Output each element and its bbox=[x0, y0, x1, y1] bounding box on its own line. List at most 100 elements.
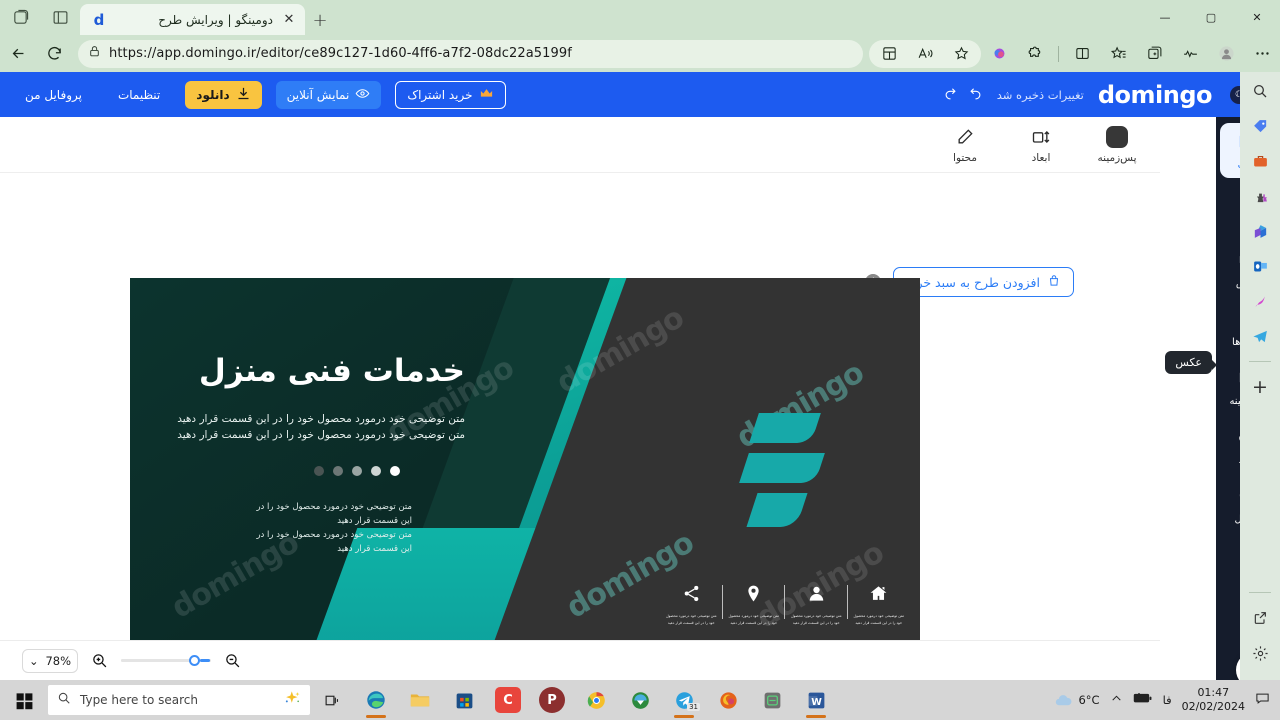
read-aloud-icon[interactable] bbox=[907, 39, 943, 69]
zoom-in-button[interactable] bbox=[91, 652, 108, 669]
close-tab-icon[interactable]: ✕ bbox=[279, 10, 299, 30]
browser-tab[interactable]: d دومینگو | ویرایش طرح ✕ bbox=[80, 4, 305, 35]
taskbar-clock[interactable]: 01:47 02/02/2024 bbox=[1182, 686, 1245, 714]
chess-icon[interactable] bbox=[1247, 183, 1273, 209]
add-design-to-cart-button[interactable]: افزودن طرح به سبد خرید bbox=[893, 267, 1074, 297]
split-view-icon[interactable] bbox=[1064, 39, 1100, 69]
crown-icon bbox=[479, 86, 494, 104]
maximize-button[interactable]: ▢ bbox=[1188, 0, 1234, 35]
battery-charging-icon[interactable] bbox=[1133, 692, 1153, 708]
favorite-star-icon[interactable] bbox=[943, 39, 979, 69]
zoom-slider-handle[interactable] bbox=[189, 655, 200, 666]
tool-background[interactable]: پس‌زمینه bbox=[1088, 125, 1146, 164]
task-view-button[interactable] bbox=[310, 680, 354, 720]
zoom-out-button[interactable] bbox=[224, 652, 241, 669]
browser-essentials-icon[interactable] bbox=[1172, 39, 1208, 69]
tool-dimensions-label: ابعاد bbox=[1031, 151, 1051, 164]
domingo-editor-app: domingo تغییرات ذخیره شد خرید اشتراک نما… bbox=[0, 72, 1280, 720]
language-indicator[interactable]: فا bbox=[1163, 693, 1172, 707]
minimize-button[interactable]: — bbox=[1142, 0, 1188, 35]
paint-icon[interactable] bbox=[1247, 288, 1273, 314]
download-button[interactable]: دانلود bbox=[185, 80, 262, 109]
tray-chevron-icon[interactable] bbox=[1110, 692, 1123, 708]
tab-search-icon[interactable] bbox=[0, 0, 40, 35]
my-profile-button[interactable]: پروفایل من bbox=[14, 81, 93, 109]
settings-button[interactable]: تنظیمات bbox=[107, 81, 171, 109]
person-icon bbox=[807, 581, 826, 605]
idm-icon bbox=[631, 691, 649, 709]
search-icon[interactable] bbox=[1247, 78, 1273, 104]
taskbar-app-edge[interactable] bbox=[354, 680, 398, 720]
feature-item-location[interactable]: متن توضیحی خود درمورد محصول خود را در ای… bbox=[721, 581, 786, 627]
sparkle-icon[interactable] bbox=[284, 690, 301, 711]
zoom-level-select[interactable]: ⌄ 78% bbox=[22, 648, 78, 673]
feature-item-home[interactable]: متن توضیحی خود درمورد محصول خود را در ای… bbox=[846, 581, 911, 627]
design-subtitle[interactable]: متن توضیحی خود درمورد محصول خود را در ای… bbox=[177, 411, 465, 444]
favicon-domingo: d bbox=[93, 10, 105, 29]
buy-subscription-button[interactable]: خرید اشتراک bbox=[395, 80, 506, 109]
design-paragraph-line2: متن توضیحی خود درمورد محصول خود را در ای… bbox=[256, 530, 412, 555]
add-to-cart-label: افزودن طرح به سبد خرید bbox=[906, 274, 1040, 290]
taskbar-app-file-explorer[interactable] bbox=[398, 680, 442, 720]
feature-text: متن توضیحی خود درمورد محصول خود را در ای… bbox=[728, 614, 780, 625]
back-icon[interactable] bbox=[0, 39, 36, 69]
profile-icon[interactable] bbox=[1208, 39, 1244, 69]
address-bar[interactable]: https://app.domingo.ir/editor/ce89c127-1… bbox=[78, 39, 863, 68]
chevron-down-icon: ⌄ bbox=[29, 653, 39, 668]
design-paragraph[interactable]: متن توضیحی خود درمورد محصول خود را در ای… bbox=[252, 500, 412, 556]
gear-icon[interactable] bbox=[1247, 640, 1273, 666]
open-external-icon[interactable] bbox=[1247, 605, 1273, 631]
taskbar-app-microsoft-store[interactable] bbox=[442, 680, 486, 720]
feature-item-person[interactable]: متن توضیحی خود درمورد محصول خود را در ای… bbox=[784, 581, 848, 627]
my-profile-label: پروفایل من bbox=[25, 87, 82, 102]
dot bbox=[314, 466, 324, 476]
windows-start-button[interactable] bbox=[0, 680, 48, 720]
briefcase-icon[interactable] bbox=[1247, 148, 1273, 174]
taskbar-app-camtasia[interactable]: C bbox=[486, 680, 530, 720]
tag-icon[interactable] bbox=[1247, 113, 1273, 139]
favorites-list-icon[interactable] bbox=[1100, 39, 1136, 69]
dimensions-icon bbox=[1031, 126, 1051, 148]
feature-text: متن توضیحی خود درمورد محصول خود را در ای… bbox=[853, 614, 905, 625]
zoom-slider[interactable] bbox=[121, 655, 211, 666]
feature-item-share[interactable]: متن توضیحی خود درمورد محصول خود را در ای… bbox=[660, 581, 723, 627]
outlook-icon[interactable] bbox=[1247, 253, 1273, 279]
undo-icon[interactable] bbox=[968, 85, 983, 104]
taskbar-app-word[interactable]: W bbox=[794, 680, 838, 720]
taskbar-app-chrome[interactable] bbox=[574, 680, 618, 720]
settings-more-icon[interactable] bbox=[1244, 39, 1280, 69]
design-canvas[interactable]: domingo domingo domingo domingo domingo … bbox=[130, 278, 920, 673]
design-headline[interactable]: خدمات فنی منزل bbox=[199, 353, 465, 389]
telegram-icon[interactable] bbox=[1247, 323, 1273, 349]
reload-icon[interactable] bbox=[36, 39, 72, 69]
clock-date: 02/02/2024 bbox=[1181, 700, 1245, 713]
toolbar-divider bbox=[1058, 45, 1059, 62]
taskbar-app-telegram[interactable]: 31 bbox=[662, 680, 706, 720]
tool-dimensions[interactable]: ابعاد bbox=[1012, 126, 1070, 164]
design-subtitle-line2: متن توضیحی خود درمورد محصول خود را در ای… bbox=[177, 429, 465, 442]
weather-widget[interactable]: 6°C bbox=[1054, 691, 1100, 710]
taskbar-app-note[interactable] bbox=[750, 680, 794, 720]
add-app-button[interactable]: + bbox=[1247, 374, 1273, 400]
microsoft-365-icon[interactable] bbox=[1247, 218, 1273, 244]
feature-text: متن توضیحی خود درمورد محصول خود را در ای… bbox=[790, 614, 842, 625]
online-preview-button[interactable]: نمایش آنلاین bbox=[275, 80, 382, 109]
extensions-icon[interactable] bbox=[1017, 39, 1053, 69]
close-window-button[interactable]: ✕ bbox=[1234, 0, 1280, 35]
notification-icon[interactable] bbox=[1255, 691, 1270, 709]
dot bbox=[352, 466, 362, 476]
redo-icon[interactable] bbox=[943, 85, 958, 104]
taskbar-app-p[interactable]: P bbox=[530, 680, 574, 720]
browser-tabstrip-bar: d دومینگو | ویرایش طرح ✕ + — ▢ ✕ bbox=[0, 0, 1280, 35]
new-tab-button[interactable]: + bbox=[305, 5, 335, 35]
taskbar-search[interactable]: Type here to search bbox=[48, 685, 310, 715]
dot bbox=[390, 466, 400, 476]
taskbar-app-firefox[interactable] bbox=[706, 680, 750, 720]
split-screen-icon[interactable] bbox=[40, 0, 80, 35]
tool-content[interactable]: محتوا bbox=[936, 126, 994, 164]
copilot-icon[interactable] bbox=[981, 39, 1017, 69]
add-collection-icon[interactable] bbox=[1136, 39, 1172, 69]
windows-app-sidebar: + bbox=[1240, 72, 1280, 680]
taskbar-app-idm[interactable] bbox=[618, 680, 662, 720]
collections-grid-icon[interactable] bbox=[871, 39, 907, 69]
